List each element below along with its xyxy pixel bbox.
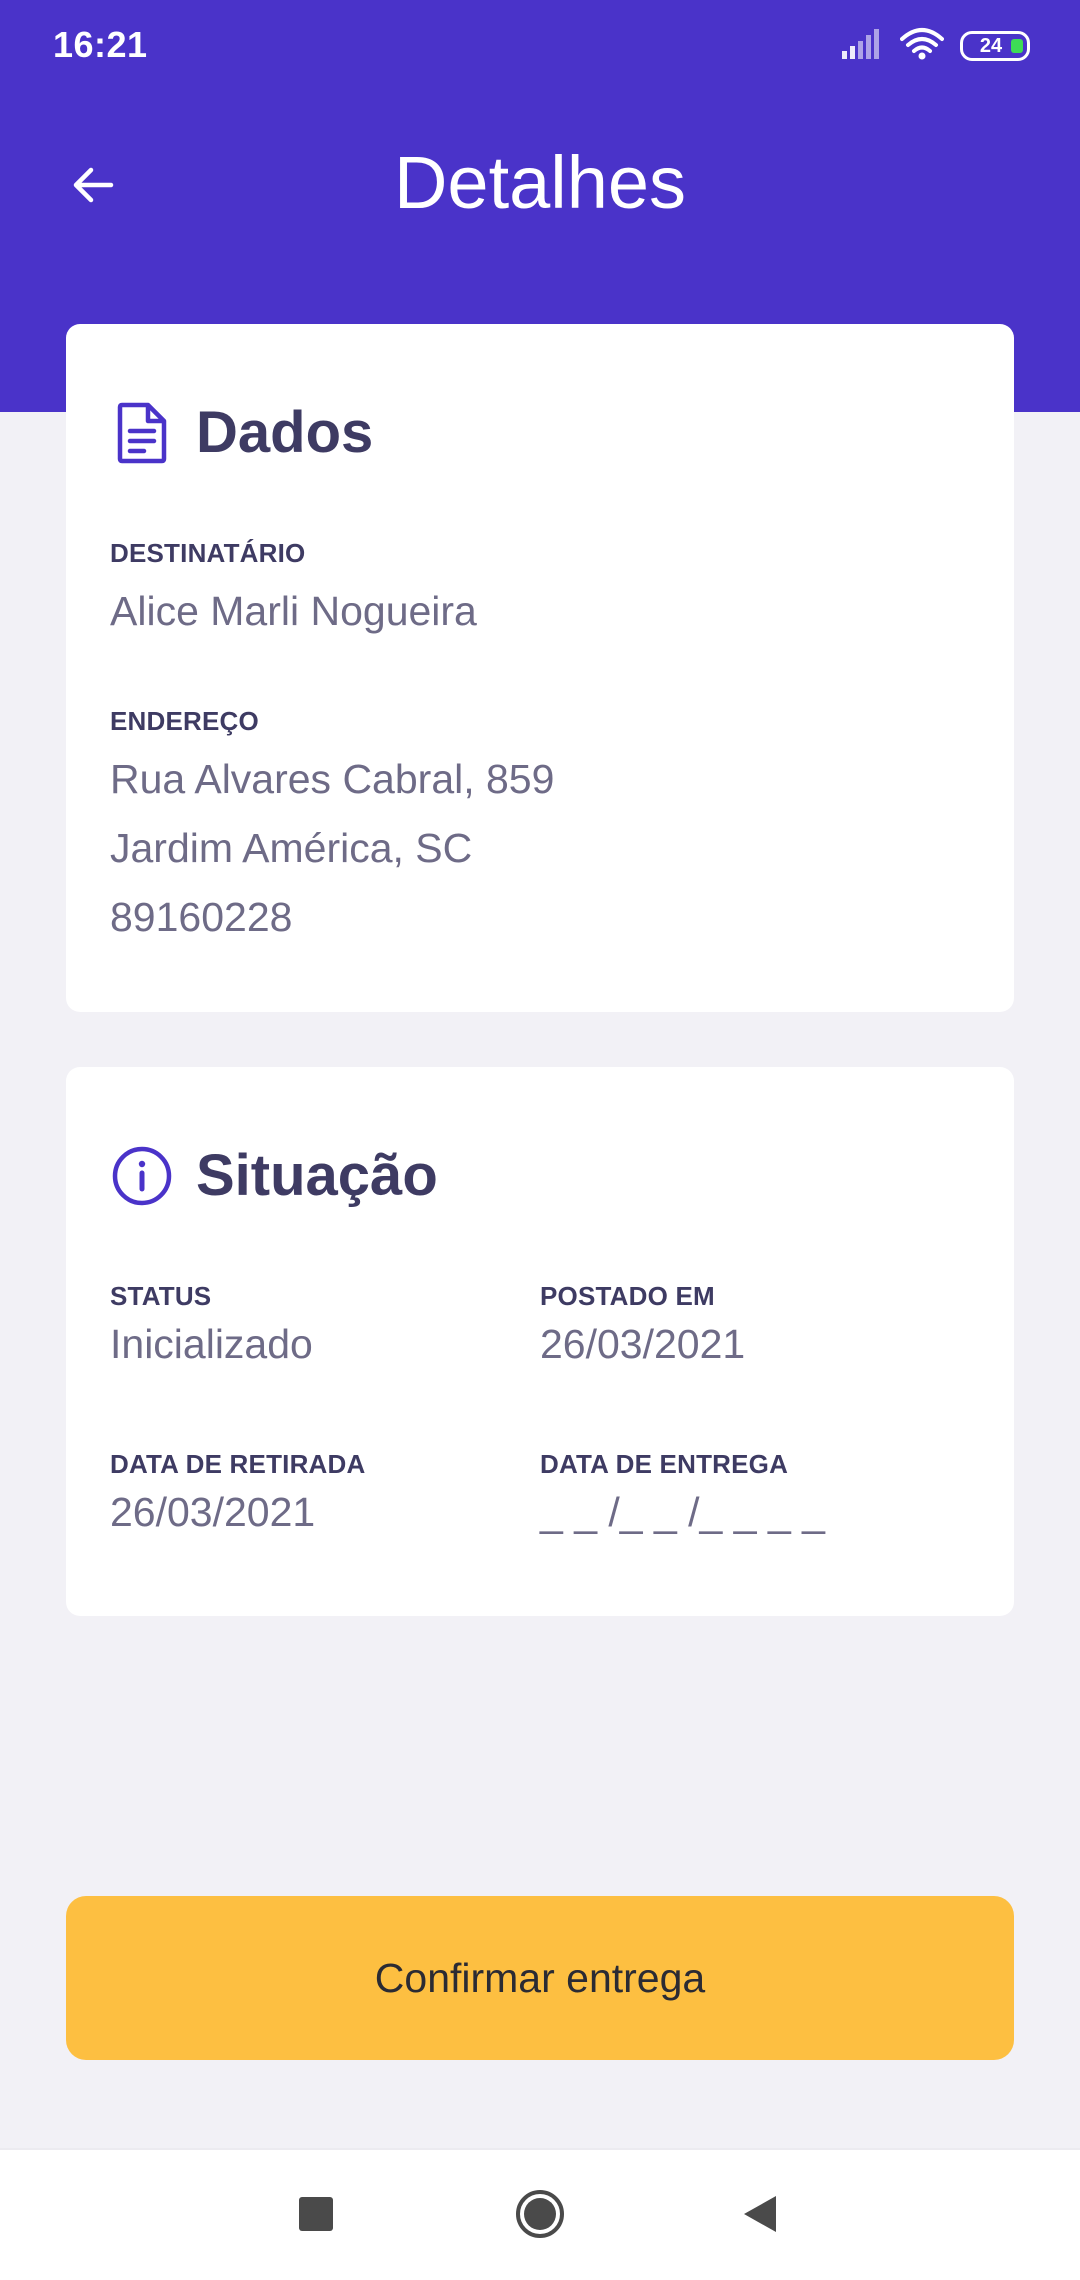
screen: 16:21 24 Detalhes Dados DESTINATÁRIO Ali… [0, 0, 1080, 2280]
situacao-card: Situação STATUS Inicializado POSTADO EM … [66, 1067, 1014, 1616]
situacao-card-header: Situação [110, 1142, 438, 1209]
nav-recent-icon [298, 2196, 334, 2237]
signal-icon [840, 28, 884, 64]
nav-back-icon [742, 2194, 778, 2239]
wifi-icon [900, 27, 944, 66]
battery-fill [1011, 39, 1023, 53]
status-value: Inicializado [110, 1321, 313, 1367]
app-bar: Detalhes [0, 120, 1080, 250]
address-line-1: Rua Alvares Cabral, 859 [110, 756, 555, 802]
nav-recent-button[interactable] [256, 2150, 376, 2280]
delivery-date-value: _ _ /_ _ /_ _ _ _ [540, 1489, 825, 1535]
pickup-date-value: 26/03/2021 [110, 1489, 316, 1535]
status-time: 16:21 [53, 24, 148, 65]
pickup-date-label: DATA DE RETIRADA [110, 1449, 366, 1479]
battery-level: 24 [979, 34, 1003, 57]
pickup-date-field: DATA DE RETIRADA 26/03/2021 [110, 1449, 365, 1538]
nav-back-button[interactable] [700, 2150, 820, 2280]
recipient-field: DESTINATÁRIO Alice Marli Nogueira [110, 538, 477, 646]
dados-title: Dados [196, 400, 374, 465]
dados-card-header: Dados [110, 399, 373, 466]
system-nav-bar [0, 2148, 1080, 2280]
status-field: STATUS Inicializado [110, 1281, 313, 1370]
nav-home-icon [514, 2188, 566, 2245]
info-icon [110, 1144, 174, 1208]
confirm-delivery-button[interactable]: Confirmar entrega [66, 1896, 1014, 2060]
posted-label: POSTADO EM [540, 1281, 715, 1311]
posted-field: POSTADO EM 26/03/2021 [540, 1281, 745, 1370]
delivery-date-label: DATA DE ENTREGA [540, 1449, 789, 1479]
status-label: STATUS [110, 1281, 212, 1311]
recipient-label: DESTINATÁRIO [110, 538, 306, 568]
nav-home-button[interactable] [480, 2150, 600, 2280]
address-line-3: 89160228 [110, 894, 293, 940]
delivery-date-field: DATA DE ENTREGA _ _ /_ _ /_ _ _ _ [540, 1449, 825, 1538]
posted-value: 26/03/2021 [540, 1321, 746, 1367]
file-text-icon [110, 401, 174, 465]
situacao-title: Situação [196, 1143, 438, 1208]
battery-icon: 24 [960, 31, 1030, 61]
recipient-value: Alice Marli Nogueira [110, 588, 477, 634]
address-field: ENDEREÇO Rua Alvares Cabral, 859 Jardim … [110, 706, 554, 952]
address-label: ENDEREÇO [110, 706, 259, 736]
page-title: Detalhes [393, 141, 687, 224]
dados-card: Dados DESTINATÁRIO Alice Marli Nogueira … [66, 324, 1014, 1012]
status-icons: 24 [840, 26, 1030, 66]
status-bar: 16:21 24 [0, 0, 1080, 90]
address-line-2: Jardim América, SC [110, 825, 473, 871]
